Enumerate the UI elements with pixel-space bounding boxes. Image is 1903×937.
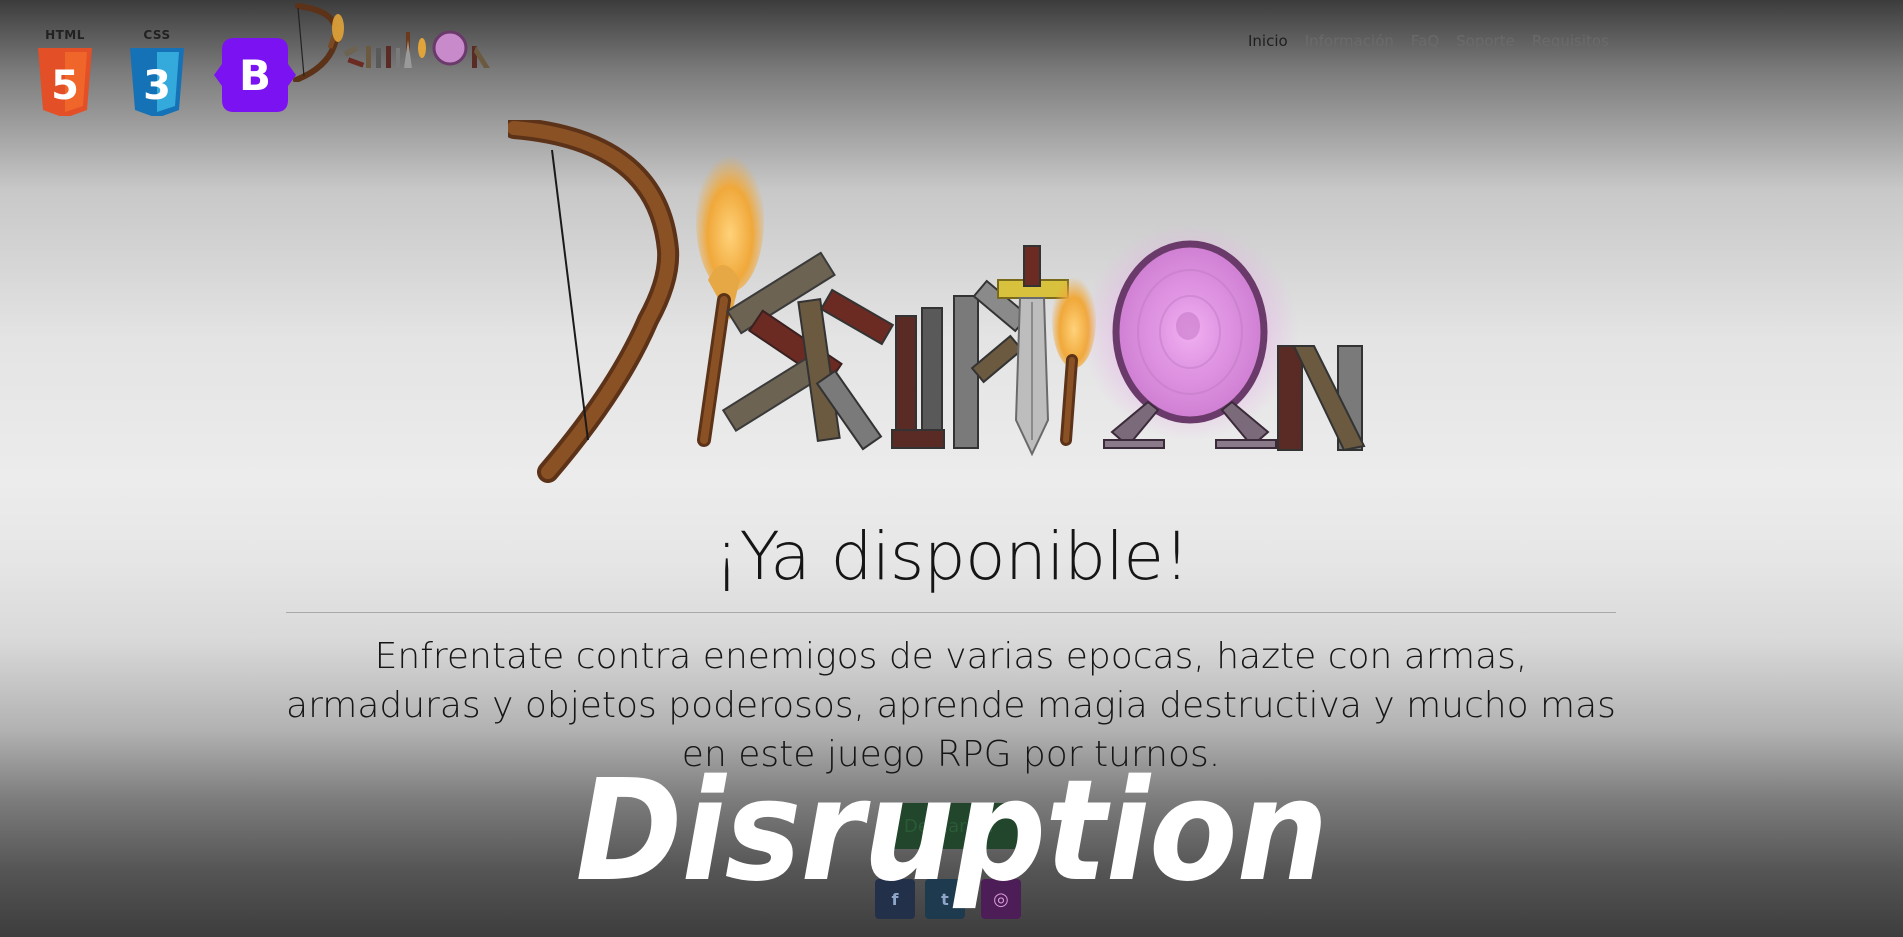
html5-icon: 5	[38, 48, 92, 116]
nav-item-informacion[interactable]: Información	[1305, 32, 1394, 50]
nav-item-faq[interactable]: FaQ	[1411, 32, 1439, 50]
hero-headline: ¡Ya disponible!	[713, 518, 1190, 595]
css3-badge: CSS 3	[126, 26, 188, 116]
html5-badge: HTML 5	[34, 26, 96, 116]
html5-glyph: 5	[51, 63, 79, 109]
hero-logo	[508, 120, 1366, 483]
nav-item-soporte[interactable]: Soporte	[1456, 32, 1515, 50]
disruption-watermark: Disruption	[575, 750, 1329, 913]
bootstrap-badge: B	[214, 38, 296, 112]
bootstrap-icon: B	[214, 38, 296, 112]
bootstrap-glyph: B	[239, 51, 271, 100]
css3-glyph: 3	[143, 63, 171, 109]
main-nav: Inicio Información FaQ Soporte Requisito…	[1248, 32, 1609, 50]
brand-logo[interactable]	[286, 2, 494, 82]
hero-divider	[286, 612, 1616, 613]
css3-icon: 3	[130, 48, 184, 116]
nav-item-inicio[interactable]: Inicio	[1248, 32, 1288, 50]
nav-item-requisitos[interactable]: Requisitos	[1532, 32, 1609, 50]
